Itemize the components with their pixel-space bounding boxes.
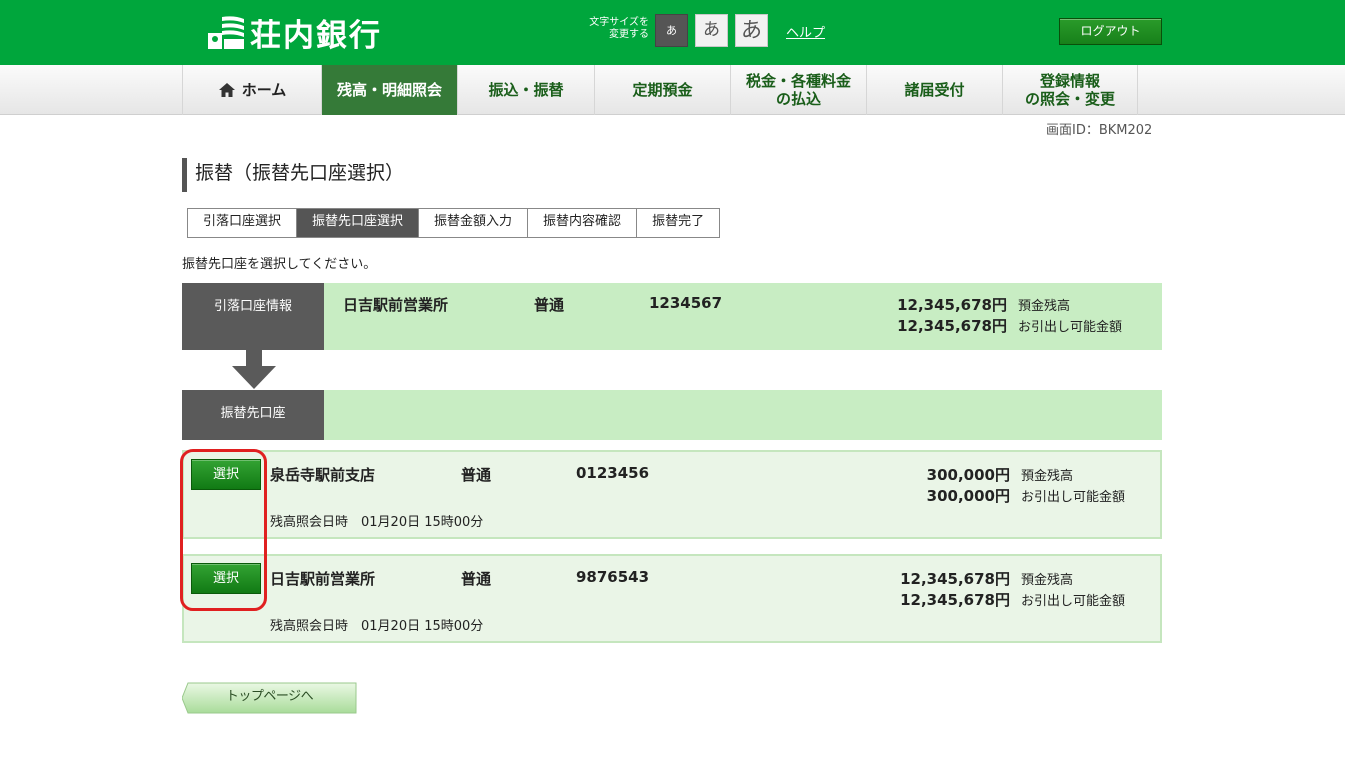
nav-tax-payment-label-line1: 税金・各種料金 bbox=[745, 72, 851, 90]
nav-transfer-label: 振込・振替 bbox=[488, 81, 564, 99]
account-available-label: お引出し可能金額 bbox=[1021, 490, 1126, 505]
account-available: 12,345,678円 bbox=[900, 591, 1010, 609]
account-available-label: お引出し可能金額 bbox=[1021, 594, 1126, 609]
account-available: 300,000円 bbox=[926, 487, 1010, 505]
nav-time-deposit-label: 定期預金 bbox=[632, 81, 693, 99]
fontsize-large-button[interactable]: あ bbox=[735, 14, 768, 47]
source-type: 普通 bbox=[534, 296, 565, 314]
account-inquiry-datetime: 残高照会日時 01月20日 15時00分 bbox=[270, 515, 484, 530]
source-available-label: お引出し可能金額 bbox=[1018, 320, 1123, 335]
nav-balance-inquiry-label: 残高・明細照会 bbox=[336, 81, 442, 99]
home-icon bbox=[218, 82, 236, 98]
fontsize-label-line2: 変更する bbox=[609, 29, 649, 40]
account-number: 9876543 bbox=[576, 568, 650, 586]
nav-registration-info[interactable]: 登録情報 の照会・変更 bbox=[1002, 65, 1138, 115]
nav-tax-payment-label-line2: の払込 bbox=[775, 90, 821, 108]
step-destination-account: 振替先口座選択 bbox=[297, 209, 420, 237]
source-number: 1234567 bbox=[649, 294, 723, 312]
nav-home[interactable]: ホーム bbox=[182, 65, 321, 115]
account-row: 選択 日吉駅前営業所 普通 9876543 12,345,678円 預金残高 1… bbox=[182, 554, 1162, 643]
logout-button[interactable]: ログアウト bbox=[1059, 18, 1162, 45]
step-amount-entry: 振替金額入力 bbox=[419, 209, 529, 237]
step-complete: 振替完了 bbox=[637, 209, 720, 237]
nav-time-deposit[interactable]: 定期預金 bbox=[594, 65, 730, 115]
nav-registration-info-label-line1: 登録情報 bbox=[1039, 72, 1100, 90]
account-type: 普通 bbox=[461, 466, 492, 484]
nav-balance-inquiry[interactable]: 残高・明細照会 bbox=[321, 65, 457, 115]
fontsize-label-line1: 文字サイズを bbox=[589, 17, 649, 28]
bank-logo[interactable]: 荘内銀行 bbox=[206, 10, 382, 55]
header-bar: 荘内銀行 文字サイズを 変更する あ あ あ ヘルプ ログアウト bbox=[0, 0, 1345, 65]
fontsize-medium-button[interactable]: あ bbox=[695, 14, 728, 47]
progress-steps: 引落口座選択 振替先口座選択 振替金額入力 振替内容確認 振替完了 bbox=[187, 208, 721, 238]
top-page-button[interactable]: トップページへ bbox=[182, 682, 357, 714]
bank-name: 荘内銀行 bbox=[250, 18, 382, 54]
account-balance-label: 預金残高 bbox=[1021, 573, 1074, 588]
account-balance: 12,345,678円 bbox=[900, 570, 1010, 588]
account-balance-label: 預金残高 bbox=[1021, 469, 1074, 484]
destination-account-header: 振替先口座 bbox=[182, 390, 1162, 440]
nav-notifications[interactable]: 諸届受付 bbox=[866, 65, 1002, 115]
nav-notifications-label: 諸届受付 bbox=[904, 81, 965, 99]
top-page-button-label: トップページへ bbox=[225, 689, 314, 704]
source-account-label: 引落口座情報 bbox=[182, 283, 324, 350]
account-inquiry-datetime: 残高照会日時 01月20日 15時00分 bbox=[270, 619, 484, 634]
account-row: 選択 泉岳寺駅前支店 普通 0123456 300,000円 預金残高 300,… bbox=[182, 450, 1162, 539]
account-branch: 泉岳寺駅前支店 bbox=[270, 466, 376, 484]
source-balance-label: 預金残高 bbox=[1018, 299, 1071, 314]
account-number: 0123456 bbox=[576, 464, 650, 482]
nav-transfer[interactable]: 振込・振替 bbox=[457, 65, 594, 115]
step-withdrawal-account: 引落口座選択 bbox=[188, 209, 298, 237]
destination-account-label: 振替先口座 bbox=[182, 390, 324, 440]
bank-logo-icon bbox=[206, 13, 246, 53]
account-balance: 300,000円 bbox=[926, 466, 1010, 484]
screen-id: 画面ID：BKM202 bbox=[1046, 123, 1153, 138]
fontsize-label: 文字サイズを 変更する bbox=[577, 17, 649, 41]
instruction-text: 振替先口座を選択してください。 bbox=[182, 257, 377, 272]
select-buttons-highlight bbox=[180, 449, 267, 611]
nav-home-label: ホーム bbox=[241, 81, 287, 99]
main-nav: ホーム 残高・明細照会 振込・振替 定期預金 税金・各種料金 の払込 諸届受付 … bbox=[0, 65, 1345, 115]
source-available: 12,345,678円 bbox=[897, 317, 1007, 335]
nav-registration-info-label-line2: の照会・変更 bbox=[1024, 90, 1115, 108]
nav-tax-payment[interactable]: 税金・各種料金 の払込 bbox=[730, 65, 866, 115]
step-confirm: 振替内容確認 bbox=[528, 209, 638, 237]
fontsize-small-button[interactable]: あ bbox=[655, 14, 688, 47]
source-balance: 12,345,678円 bbox=[897, 296, 1007, 314]
down-arrow-icon bbox=[232, 350, 276, 390]
page-title: 振替（振替先口座選択） bbox=[182, 158, 404, 192]
source-branch: 日吉駅前営業所 bbox=[343, 296, 449, 314]
help-link[interactable]: ヘルプ bbox=[786, 22, 825, 41]
account-type: 普通 bbox=[461, 570, 492, 588]
account-branch: 日吉駅前営業所 bbox=[270, 570, 376, 588]
source-account-panel: 引落口座情報 日吉駅前営業所 普通 1234567 12,345,678円 預金… bbox=[182, 283, 1162, 350]
